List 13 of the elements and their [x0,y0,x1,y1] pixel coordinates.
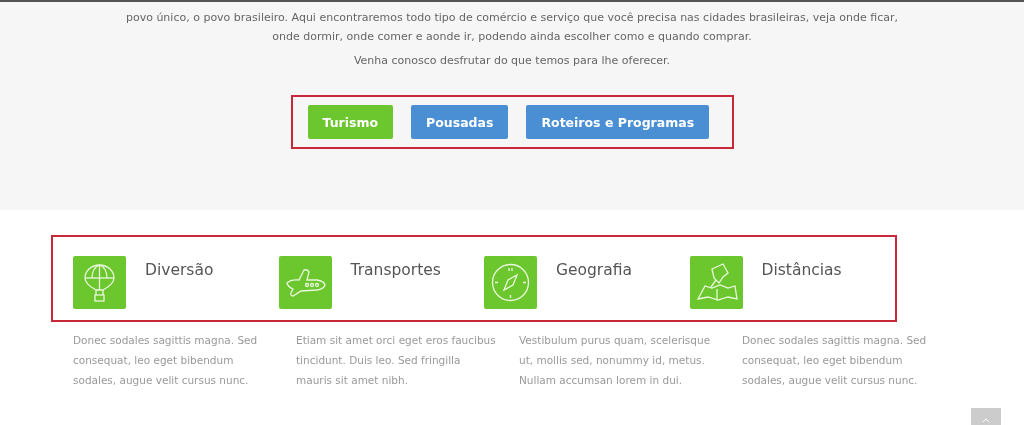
intro-paragraph: povo único, o povo brasileiro. Aqui encontraremos todo tipo de comércio e serviço que você precisa nas cidades brasileiras, veja onde ficar, onde dormir, onde comer e aonde ir, podendo ainda escolher como e quando comprar. [125,10,899,45]
feature-title: Distâncias [761,261,842,279]
feature-title: Diversão [145,261,214,279]
feature-description: Vestibulum purus quam, scelerisque ut, mollis sed, nonummy id, metus. Nullam accumsan lorem in dui. [519,333,712,388]
category-button[interactable]: Turismo [307,105,394,139]
category-button[interactable]: Pousadas [411,105,509,139]
invite-text: Venha conosco desfrutar do que temos para lhe oferecer. [353,54,671,67]
feature-description: Donec sodales sagittis magna. Sed consequat, leo eget bibendum sodales, augue velit cursus nunc. [742,333,928,388]
feature-title: Geografia [556,261,632,279]
feature-description: Etiam sit amet orci eget eros faucibus tincidunt. Duis leo. Sed fringilla mauris sit amet nibh. [296,333,497,388]
feature-description: Donec sodales sagittis magna. Sed consequat, leo eget bibendum sodales, augue velit cursus nunc. [73,333,259,388]
feature-title: Transportes [350,261,441,279]
category-button[interactable]: Roteiros e Programas [526,105,710,139]
